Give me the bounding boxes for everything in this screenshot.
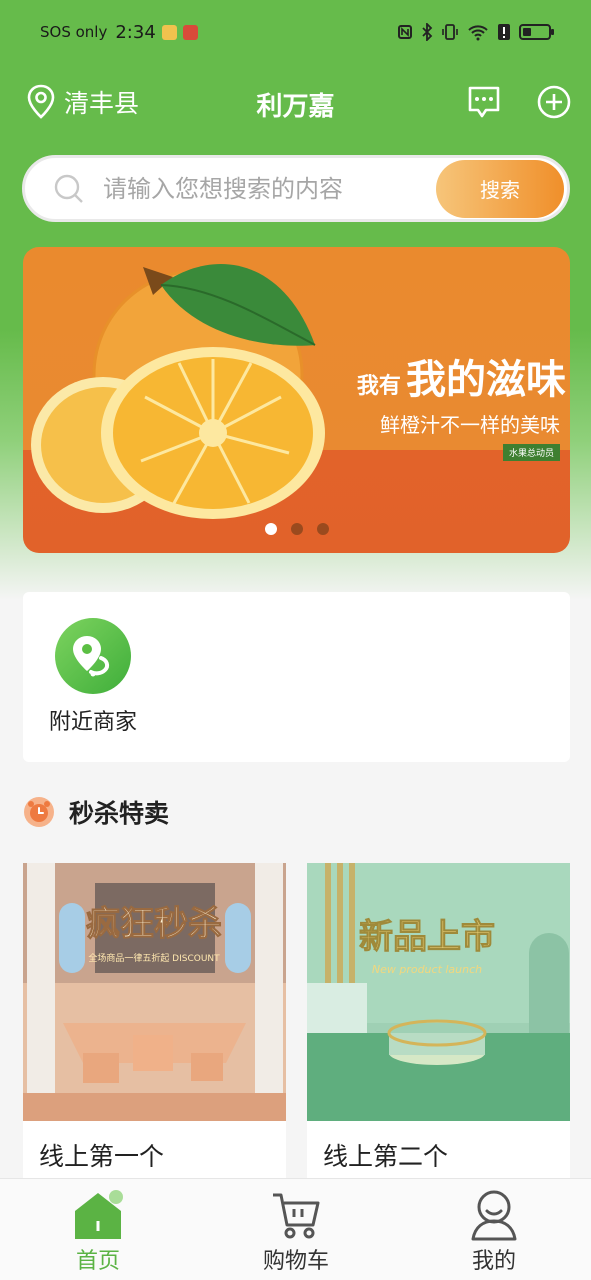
status-bar: SOS only 2:34 (0, 0, 591, 64)
banner-headline: 我的滋味 (406, 357, 566, 403)
nearby-merchants-label: 附近商家 (48, 710, 137, 735)
search-icon (54, 174, 83, 203)
tab-profile-label: 我的 (471, 1249, 516, 1274)
banner-tag: 水果总动员 (502, 444, 560, 461)
product-2-image-subtitle: New product launch (372, 963, 482, 976)
tab-cart-label: 购物车 (262, 1249, 329, 1274)
tab-cart[interactable]: 购物车 (226, 1179, 366, 1280)
vibrate-icon (442, 24, 458, 40)
carrier-text: SOS only (40, 23, 108, 41)
promo-banner[interactable]: 我有 我的滋味 鲜橙汁不一样的美味 水果总动员 (23, 247, 570, 553)
product-image-1: 疯狂秒杀 全场商品一律五折起 DISCOUNT (23, 863, 286, 1121)
nearby-merchants-link[interactable]: 附近商家 (43, 618, 143, 736)
banner-subtitle: 鲜橙汁不一样的美味 (380, 413, 560, 437)
app-notification-icon (182, 24, 198, 40)
status-left: SOS only 2:34 (40, 22, 198, 43)
status-right (397, 23, 554, 41)
carousel-dot-2[interactable] (290, 523, 303, 535)
location-pin-icon (27, 84, 55, 119)
tab-home-label: 首页 (75, 1249, 120, 1274)
nfc-icon (398, 25, 412, 39)
alarm-clock-icon (24, 797, 54, 827)
home-icon (75, 1190, 123, 1239)
banner-text: 我有 我的滋味 鲜橙汁不一样的美味 水果总动员 (316, 347, 566, 461)
clock-time: 2:34 (115, 21, 156, 43)
search-input[interactable] (103, 174, 436, 203)
add-button[interactable] (536, 84, 572, 120)
flash-sale-header: 秒杀特卖 (23, 794, 169, 830)
orange-illustration (31, 264, 325, 519)
product-1-name: 线上第一个 (39, 1142, 165, 1171)
quick-links-card: 附近商家 (23, 592, 570, 762)
carousel-dot-3[interactable] (316, 523, 329, 535)
app-header: 清丰县 利万嘉 (0, 72, 591, 132)
product-image-2: 新品上市 New product launch (307, 863, 570, 1121)
product-1-image-subtitle: 全场商品一律五折起 DISCOUNT (88, 952, 220, 964)
battery-icon (519, 24, 554, 40)
search-button[interactable]: 搜索 (436, 159, 564, 218)
message-icon (468, 86, 500, 118)
search-bar: 搜索 (22, 155, 570, 222)
notification-icon (161, 24, 177, 40)
bluetooth-icon (422, 23, 433, 41)
tab-home[interactable]: 首页 (28, 1179, 168, 1280)
message-button[interactable] (466, 84, 502, 120)
nearby-pin-icon (55, 618, 131, 694)
product-2-image-title: 新品上市 (359, 917, 495, 957)
plus-circle-icon (537, 85, 571, 119)
location-selector[interactable]: 清丰县 (26, 84, 139, 120)
carousel-indicator (23, 523, 570, 535)
location-label: 清丰县 (64, 89, 140, 118)
product-2-name: 线上第二个 (323, 1142, 449, 1171)
flash-sale-title: 秒杀特卖 (69, 799, 170, 828)
user-icon (471, 1190, 517, 1241)
tab-profile[interactable]: 我的 (424, 1179, 564, 1280)
banner-small-text: 我有 (356, 374, 401, 399)
bottom-tab-bar: 首页 购物车 我的 (0, 1178, 591, 1280)
product-card-1[interactable]: 疯狂秒杀 全场商品一律五折起 DISCOUNT 线上第一个 (23, 863, 286, 1183)
alert-icon (498, 24, 510, 40)
product-card-2[interactable]: 新品上市 New product launch 线上第二个 (307, 863, 570, 1183)
product-1-image-title: 疯狂秒杀 (86, 904, 222, 944)
shopping-cart-icon (273, 1193, 320, 1239)
wifi-icon (468, 25, 488, 41)
carousel-dot-1[interactable] (264, 523, 277, 535)
